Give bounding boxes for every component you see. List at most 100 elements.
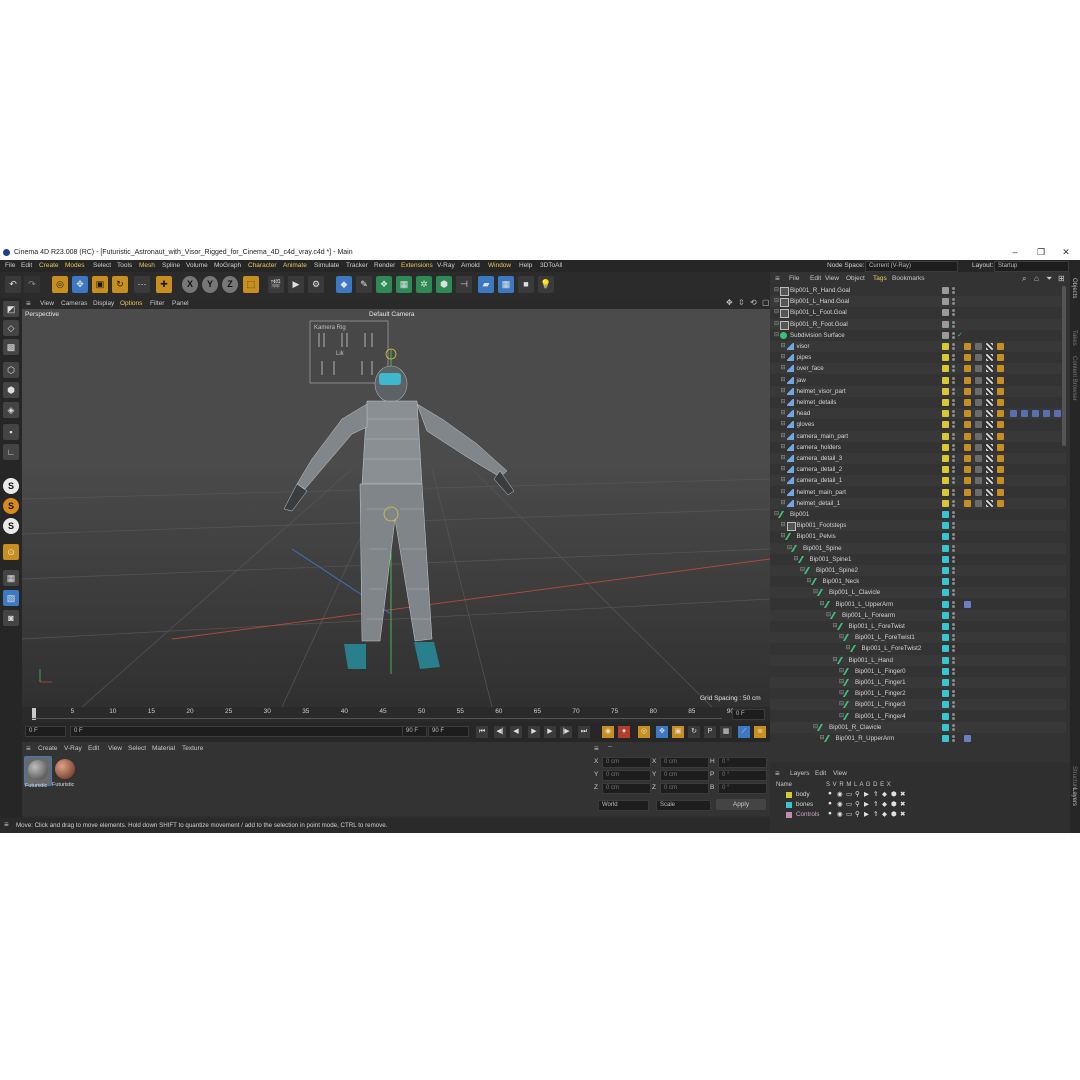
minimize-button[interactable]: – [1006, 247, 1024, 258]
layer-color-swatch[interactable] [942, 488, 949, 496]
object-name[interactable]: camera_detail_2 [797, 466, 843, 473]
object-name[interactable]: Bip001_Pelvis [797, 533, 836, 540]
layer-animation-icon[interactable]: ⇑ [873, 810, 878, 818]
move-tool-icon[interactable]: ✥ [72, 276, 88, 293]
object-tree-row[interactable]: ⊟ Bip001_Spine [770, 542, 1066, 554]
render-visibility-dot[interactable] [952, 436, 955, 440]
hamburger-icon[interactable]: ≡ [4, 820, 9, 829]
layers-menu-layers[interactable]: Layers [790, 770, 810, 777]
hamburger-icon[interactable]: ≡ [775, 769, 780, 778]
layer-color-swatch[interactable] [942, 667, 949, 675]
coord-value-field[interactable]: 0 cm [660, 770, 709, 781]
weight-tag-icon[interactable] [964, 455, 971, 462]
object-tree-row[interactable]: ⊟ camera_main_part [770, 430, 1066, 442]
render-visibility-dot[interactable] [952, 548, 955, 552]
morph-tag-icon[interactable] [1043, 410, 1050, 418]
phong-tag-icon[interactable] [997, 421, 1004, 429]
rotate-tool-icon[interactable]: ↻ [112, 276, 128, 293]
texture-tag-icon[interactable] [986, 354, 993, 362]
object-tree-row[interactable]: ⊟ Bip001_L_Clavicle [770, 587, 1066, 599]
editor-visibility-dot[interactable] [952, 499, 955, 503]
cube-object-icon[interactable]: ◆ [336, 276, 352, 293]
key-pla-icon[interactable]: ▦ [720, 726, 732, 738]
editor-visibility-dot[interactable] [952, 645, 955, 649]
texture-tag-icon[interactable] [986, 365, 993, 373]
render-visibility-dot[interactable] [952, 649, 955, 653]
layer-color-swatch[interactable] [942, 343, 949, 350]
object-tree-row[interactable]: ⊟ Bip001_R_UpperArm [770, 733, 1066, 744]
layer-visible-icon[interactable]: ◉ [837, 790, 843, 798]
object-name[interactable]: Bip001_L_Finger2 [855, 690, 906, 697]
material-thumb-1[interactable]: Futuristic [52, 756, 78, 788]
layer-color-swatch[interactable] [942, 723, 949, 731]
texture-tag-icon[interactable] [986, 466, 993, 474]
cloner-icon[interactable]: ✲ [416, 276, 432, 293]
object-tree-row[interactable]: ⊟ Bip001_L_ForeTwist [770, 621, 1066, 632]
object-tree-row[interactable]: ⊟ helmet_details [770, 397, 1066, 408]
make-editable-icon[interactable]: ◩ [3, 301, 19, 317]
menu-extensions[interactable]: Extensions [401, 262, 433, 269]
object-name[interactable]: camera_detail_3 [797, 455, 843, 462]
object-tree-row[interactable]: ⊟ Bip001_L_Finger1 [770, 677, 1066, 688]
texture-tag-icon[interactable] [986, 488, 993, 496]
object-name[interactable]: Bip001_R_Hand.Goal [790, 287, 850, 294]
material-tag-icon[interactable] [975, 466, 982, 474]
layer-generators-icon[interactable]: ◆ [882, 790, 887, 798]
layer-color-swatch[interactable] [942, 432, 949, 440]
redo-icon[interactable]: ↷ [24, 276, 40, 293]
editor-visibility-dot[interactable] [952, 287, 955, 290]
editor-visibility-dot[interactable] [952, 466, 955, 470]
undo-icon[interactable]: ↶ [5, 276, 21, 293]
layer-color-swatch[interactable] [942, 511, 949, 518]
viewport-menu-view[interactable]: View [40, 300, 54, 307]
x-axis-lock-icon[interactable]: X [182, 276, 198, 293]
object-tree-row[interactable]: ⊟ helmet_main_part [770, 487, 1066, 498]
end-frame-field[interactable]: 90 F [428, 726, 469, 737]
material-tag-icon[interactable] [975, 376, 982, 384]
object-name[interactable]: Subdivision Surface [790, 332, 845, 339]
object-name[interactable]: Bip001_L_Finger0 [855, 668, 906, 675]
layer-animation-icon[interactable]: ⇑ [873, 800, 878, 808]
frame-range-slider[interactable]: 0 F [70, 726, 425, 737]
menu-arnold[interactable]: Arnold [461, 262, 480, 269]
editor-visibility-dot[interactable] [952, 376, 955, 380]
hamburger-icon[interactable]: ≡ [26, 744, 31, 753]
render-visibility-dot[interactable] [952, 526, 955, 530]
material-menu-create[interactable]: Create [38, 745, 58, 752]
render-visibility-dot[interactable] [952, 671, 955, 675]
render-visibility-dot[interactable] [952, 604, 955, 608]
phong-tag-icon[interactable] [997, 443, 1004, 451]
material-menu-v-ray[interactable]: V-Ray [64, 745, 82, 752]
object-name[interactable]: Bip001_L_Foot.Goal [790, 309, 847, 316]
object-tree-row[interactable]: ⊟ Bip001_Neck [770, 576, 1066, 587]
menu-simulate[interactable]: Simulate [314, 262, 339, 269]
viewport-zoom-icon[interactable]: ⇳ [738, 298, 745, 307]
editor-visibility-dot[interactable] [952, 309, 955, 313]
editor-visibility-dot[interactable] [952, 589, 955, 593]
render-visibility-dot[interactable] [952, 481, 955, 485]
material-tag-icon[interactable] [975, 499, 982, 507]
object-name[interactable]: Bip001_L_Finger3 [855, 701, 906, 708]
object-name[interactable]: Bip001_Spine2 [816, 567, 858, 574]
render-visibility-dot[interactable] [952, 660, 955, 664]
render-visibility-dot[interactable] [952, 694, 955, 698]
object-name[interactable]: Bip001 [790, 511, 809, 518]
material-tag-icon[interactable] [975, 399, 982, 406]
material-tag-icon[interactable] [975, 421, 982, 429]
object-tree-row[interactable]: ⊟ Bip001_Pelvis [770, 531, 1066, 542]
tab-structure[interactable]: Structure [1071, 766, 1077, 790]
menu-volume[interactable]: Volume [186, 262, 208, 269]
texture-tag-icon[interactable] [986, 432, 993, 440]
maximize-button[interactable]: ❐ [1032, 247, 1050, 258]
weight-tag-icon[interactable] [964, 477, 971, 485]
add-tool-icon[interactable]: ✚ [156, 276, 172, 293]
layer-solo-icon[interactable]: ● [828, 790, 832, 797]
render-visibility-dot[interactable] [952, 615, 955, 619]
object-name[interactable]: Bip001_R_Clavicle [829, 724, 881, 731]
layer-color-swatch[interactable] [942, 298, 949, 306]
object-tree-row[interactable]: ⊟ Bip001_Spine2 [770, 565, 1066, 576]
material-tag-icon[interactable] [975, 365, 982, 373]
object-tree-row[interactable]: ⊟ helmet_visor_part [770, 385, 1066, 397]
phong-tag-icon[interactable] [997, 432, 1004, 440]
live-select-icon[interactable]: ◎ [52, 276, 68, 293]
